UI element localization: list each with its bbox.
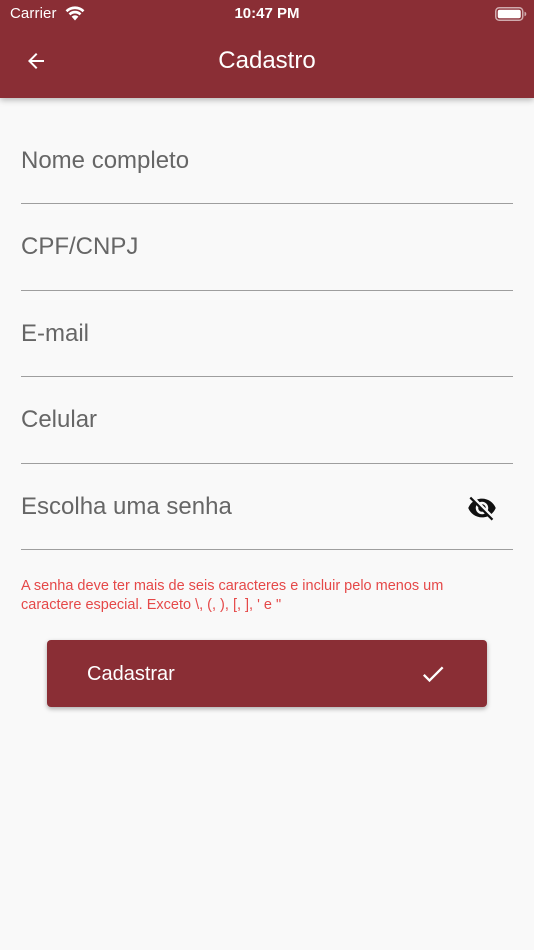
cadastrar-button[interactable]: Cadastrar	[47, 640, 487, 707]
clock: 10:47 PM	[234, 5, 300, 22]
password-hint: A senha deve ter mais de seis caracteres…	[21, 578, 444, 613]
status-bar: Carrier 10:47 PM	[0, 0, 534, 28]
signup-form	[21, 118, 513, 551]
password-input[interactable]	[21, 464, 513, 550]
eye-off-icon	[468, 496, 496, 521]
phone-field-container	[21, 377, 513, 465]
phone-input[interactable]	[21, 377, 513, 464]
email-field-container	[21, 291, 513, 378]
cadastrar-button-label: Cadastrar	[87, 663, 175, 685]
password-field-container	[21, 464, 513, 551]
cpf-cnpj-field-container	[21, 204, 513, 292]
page-title: Cadastro	[218, 47, 316, 74]
app-bar: Cadastro	[0, 28, 534, 98]
header: Carrier 10:47 PM Cadastro	[0, 0, 534, 98]
full-name-field-container	[21, 118, 513, 205]
full-name-input[interactable]	[21, 118, 513, 204]
check-icon	[422, 666, 444, 683]
signup-screen: Carrier 10:47 PM Cadastro Nome completo …	[0, 0, 534, 950]
email-input[interactable]	[21, 291, 513, 377]
password-visibility-toggle[interactable]	[465, 494, 499, 522]
battery-icon	[495, 7, 527, 21]
cpf-cnpj-input[interactable]	[21, 204, 513, 291]
